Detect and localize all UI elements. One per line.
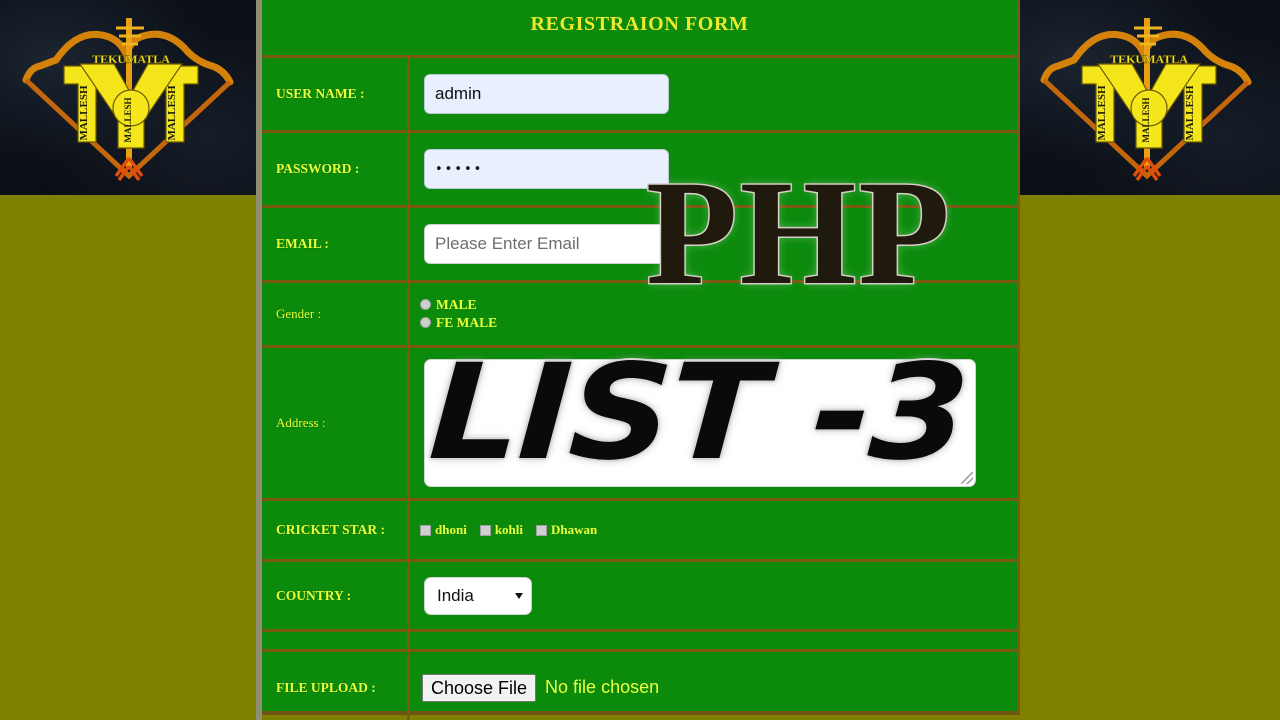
email-input[interactable] [424, 224, 669, 264]
file-upload-control[interactable]: Choose File No file chosen [410, 673, 1017, 702]
gender-option-female[interactable]: FE MALE [420, 314, 1017, 332]
chevron-down-icon[interactable] [515, 592, 523, 599]
cricket-star-label: CRICKET STAR : [276, 522, 386, 537]
tekumatla-mallesh-logo: TEKUMATLA MALLESH MALLESH MALLESH [22, 17, 234, 181]
email-label: EMAIL : [276, 236, 329, 251]
logo-name-center: MALLESH [1141, 97, 1151, 142]
gender-option-label: MALE [436, 297, 477, 312]
cricket-option-dhoni[interactable]: dhoni [420, 522, 467, 538]
cricket-option-label: Dhawan [551, 522, 598, 537]
form-row-username: USER NAME : [262, 55, 1017, 132]
username-label: USER NAME : [276, 86, 365, 101]
tekumatla-mallesh-logo: TEKUMATLA MALLESH MALLESH MALLESH [1040, 17, 1252, 181]
password-input[interactable] [424, 149, 669, 189]
logo-name-left: MALLESH [78, 85, 90, 140]
form-row-country: COUNTRY : India [262, 559, 1017, 631]
form-row-password: PASSWORD : [262, 130, 1017, 207]
checkbox-icon[interactable] [420, 524, 431, 536]
registration-form: REGISTRAION FORM USER NAME : PASSWORD : [262, 0, 1020, 720]
cricket-option-label: kohli [494, 522, 523, 537]
form-row-file-upload: FILE UPLOAD : Choose File No file chosen [262, 649, 1017, 720]
page-root: TEKUMATLA MALLESH MALLESH MALLESH TEKUMA… [0, 0, 1280, 720]
cricket-star-checkbox-group: dhoni kohli Dhawan [410, 521, 1017, 539]
checkbox-icon[interactable] [479, 524, 491, 536]
address-label: Address : [276, 415, 326, 430]
logo-top-text: TEKUMATLA [1110, 52, 1188, 66]
form-row-email: EMAIL : [262, 205, 1017, 282]
checkbox-icon[interactable] [536, 524, 547, 536]
logo-top-text: TEKUMATLA [92, 52, 170, 66]
form-row-cricket-star: CRICKET STAR : dhoni kohli Dhawan [262, 498, 1017, 561]
gender-option-male[interactable]: MALE [420, 296, 1017, 314]
logo-banner-left: TEKUMATLA MALLESH MALLESH MALLESH [0, 0, 262, 195]
logo-banner-right: TEKUMATLA MALLESH MALLESH MALLESH [1018, 0, 1280, 195]
logo-name-center: MALLESH [123, 97, 133, 142]
resize-handle-icon[interactable] [961, 472, 973, 484]
logo-name-right: MALLESH [1184, 85, 1196, 140]
form-table: USER NAME : PASSWORD : EMAIL : [262, 55, 1017, 720]
address-textarea[interactable] [424, 359, 976, 487]
choose-file-button[interactable]: Choose File [422, 673, 537, 702]
file-upload-label: FILE UPLOAD : [276, 679, 376, 695]
cricket-option-dhawan[interactable]: Dhawan [536, 522, 597, 538]
logo-name-right: MALLESH [166, 85, 178, 140]
cricket-option-label: dhoni [435, 522, 467, 537]
form-row-spacer [262, 629, 1017, 651]
country-selected-value: India [437, 585, 474, 605]
cricket-option-kohli[interactable]: kohli [479, 522, 523, 538]
country-select[interactable]: India [424, 576, 532, 615]
gender-option-label: FE MALE [436, 315, 498, 330]
country-label: COUNTRY : [276, 587, 352, 603]
radio-icon[interactable] [420, 317, 431, 329]
logo-name-left: MALLESH [1096, 85, 1108, 140]
form-row-gender: Gender : MALE FE MALE [262, 280, 1017, 347]
radio-icon[interactable] [420, 299, 431, 311]
form-row-address: Address : [262, 345, 1017, 500]
gender-label: Gender : [276, 306, 322, 321]
password-label: PASSWORD : [276, 161, 360, 176]
file-upload-status: No file chosen [545, 677, 660, 697]
username-input[interactable] [424, 74, 669, 114]
page-title: REGISTRAION FORM [530, 13, 749, 35]
gender-radio-group: MALE FE MALE [410, 296, 1017, 332]
